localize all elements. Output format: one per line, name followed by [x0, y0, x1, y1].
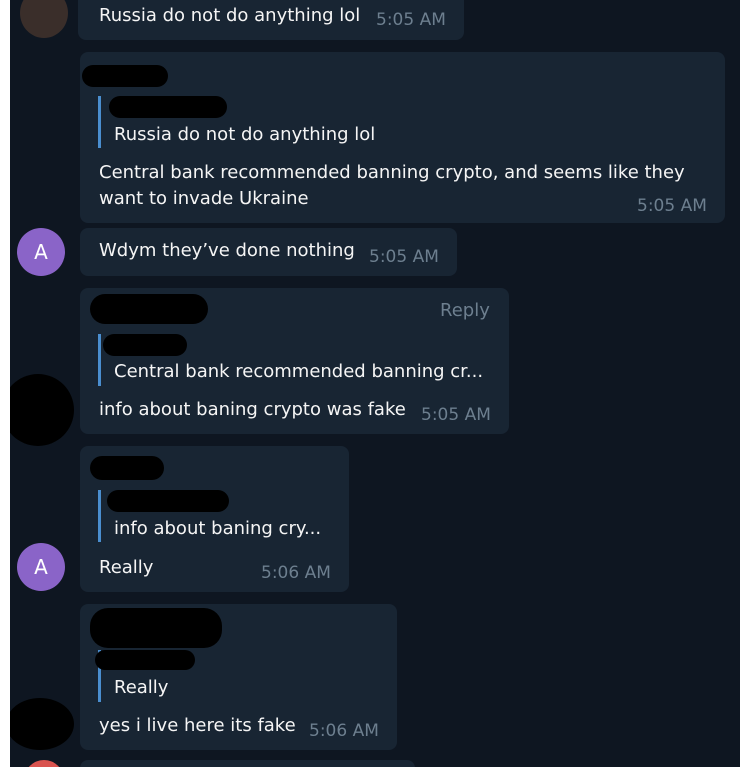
avatar-letter: A	[34, 240, 48, 264]
redacted-sender-name	[82, 65, 168, 87]
chat-panel[interactable]: Russia do not do anything lol 5:05 AM Ru…	[10, 0, 740, 767]
message-bubble[interactable]: Reply Central bank recommended banning c…	[80, 288, 509, 434]
reply-quote[interactable]: Central bank recommended banning cr...	[98, 334, 503, 386]
message-text: Wdym they’ve done nothing	[99, 240, 355, 261]
quote-text: Central bank recommended banning cr...	[114, 361, 484, 382]
avatar[interactable]: A	[17, 543, 65, 591]
message-text-line-2: want to invade Ukraine	[99, 188, 309, 209]
avatar[interactable]	[24, 760, 64, 767]
redacted-sender-name	[90, 294, 208, 324]
message-bubble[interactable]: Russia do not do anything lol Central ba…	[80, 52, 725, 223]
message-timestamp: 5:05 AM	[421, 405, 491, 425]
message-text-line-1: Central bank recommended banning crypto,…	[99, 162, 685, 183]
redacted-quoted-name	[109, 96, 227, 118]
message-bubble[interactable]: Russia do not do anything lol 5:05 AM	[78, 0, 464, 40]
message-text: yes i live here its fake	[99, 715, 296, 736]
avatar[interactable]	[10, 698, 74, 750]
avatar[interactable]	[10, 374, 74, 446]
message-text: Russia do not do anything lol	[99, 5, 361, 26]
redacted-quoted-name	[103, 334, 187, 356]
avatar-letter: A	[34, 555, 48, 579]
message-text: info about baning crypto was fake	[99, 399, 406, 420]
message-timestamp: 5:05 AM	[369, 247, 439, 267]
reply-quote[interactable]: Russia do not do anything lol	[98, 96, 413, 148]
redacted-quoted-name	[95, 650, 195, 670]
message-timestamp: 5:06 AM	[309, 721, 379, 741]
redacted-sender-name	[90, 456, 164, 480]
reply-quote[interactable]: info about baning cry...	[98, 490, 353, 542]
message-bubble[interactable]: info about baning cry... Really 5:06 AM	[80, 446, 349, 592]
redacted-quoted-name	[107, 490, 229, 512]
reply-quote[interactable]: Really	[95, 650, 393, 702]
quote-text: Really	[114, 677, 169, 698]
quote-text: info about baning cry...	[114, 518, 322, 539]
avatar[interactable]: A	[17, 228, 65, 276]
redacted-sender-name	[90, 608, 222, 648]
message-timestamp: 5:05 AM	[637, 196, 707, 216]
message-text: Really	[99, 557, 154, 578]
message-timestamp: 5:06 AM	[261, 563, 331, 583]
quote-text: Russia do not do anything lol	[114, 124, 376, 145]
message-bubble[interactable]	[80, 760, 415, 767]
message-bubble[interactable]: Really yes i live here its fake 5:06 AM	[80, 604, 397, 750]
avatar[interactable]	[20, 0, 68, 38]
message-bubble[interactable]: Wdym they’ve done nothing 5:05 AM	[80, 228, 457, 276]
message-timestamp: 5:05 AM	[376, 10, 446, 30]
reply-button[interactable]: Reply	[440, 300, 490, 321]
